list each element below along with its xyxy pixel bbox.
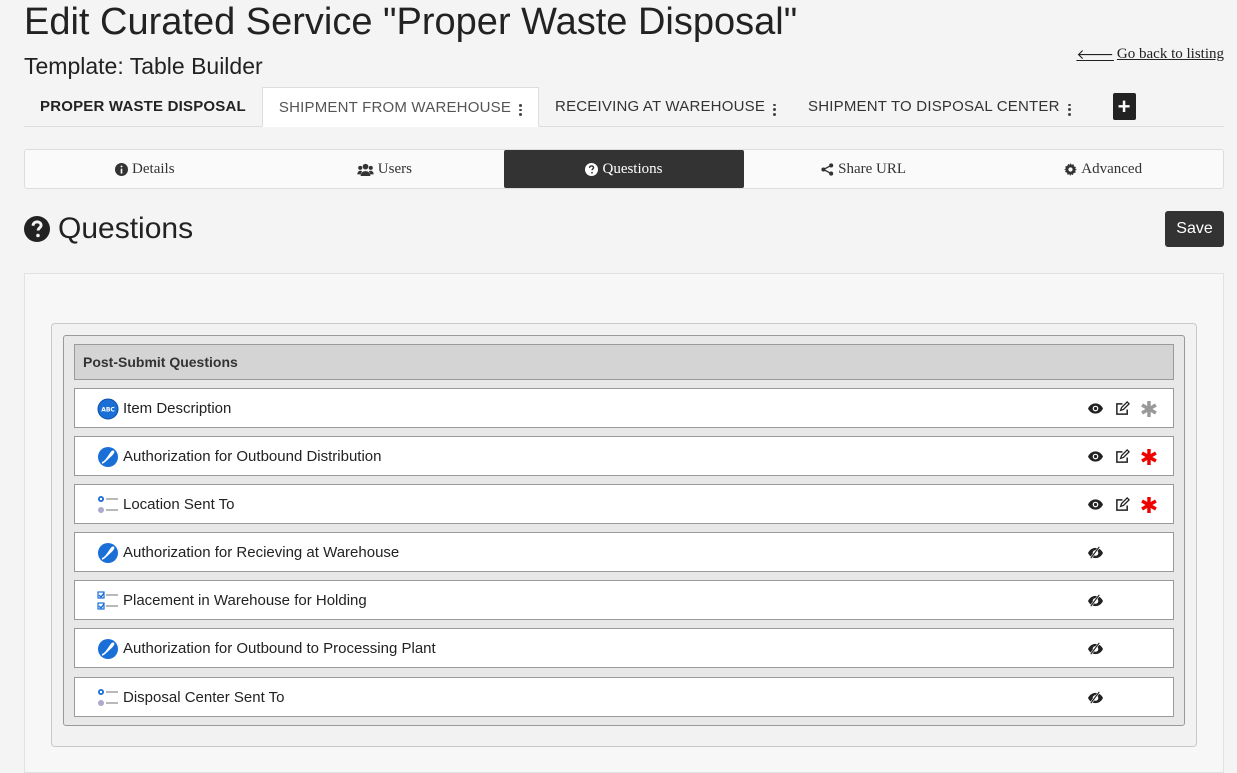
service-tabs: PROPER WASTE DISPOSAL SHIPMENT FROM WARE… [24,87,1224,127]
edit-icon[interactable] [1114,496,1130,512]
question-row[interactable]: Authorization for Outbound to Processing… [74,628,1174,668]
subnav-questions[interactable]: Questions [504,150,744,188]
question-row[interactable]: ABC Item Description ✱ [74,388,1174,428]
eye-slash-icon[interactable] [1087,689,1103,705]
question-row[interactable]: Placement in Warehouse for Holding [74,580,1174,620]
section-heading: Questions [24,211,193,247]
share-icon [821,162,834,176]
tab-proper-waste-disposal[interactable]: PROPER WASTE DISPOSAL [24,87,262,126]
eye-icon[interactable] [1087,400,1103,416]
required-asterisk-icon[interactable]: ✱ [1140,495,1158,517]
question-row[interactable]: Disposal Center Sent To [74,677,1174,717]
tab-receiving-at-warehouse[interactable]: RECEIVING AT WAREHOUSE [539,87,792,126]
section-title: Questions [58,212,194,245]
radio-list-icon [98,689,118,706]
tab-shipment-to-disposal-center[interactable]: SHIPMENT TO DISPOSAL CENTER [792,87,1087,126]
questions-group-header: Post-Submit Questions [74,344,1174,380]
back-to-listing-link[interactable]: 🡐 Go back to listing [1076,46,1224,63]
kebab-menu-icon[interactable] [1067,103,1071,116]
tab-label: RECEIVING AT WAREHOUSE [555,98,766,115]
required-asterisk-icon[interactable]: ✱ [1140,447,1158,469]
subnav-label: Details [132,160,175,177]
question-circle-icon [24,216,50,242]
asterisk-icon[interactable]: ✱ [1140,399,1158,421]
question-label: Authorization for Recieving at Warehouse [123,543,400,561]
subnav-label: Questions [602,160,663,177]
signature-bubble-icon [98,543,118,563]
kebab-menu-icon[interactable] [773,103,777,116]
subnav-share-url[interactable]: Share URL [744,150,984,188]
subnav-users[interactable]: Users [265,150,505,188]
question-label: Location Sent To [123,495,235,513]
page-subtitle: Template: Table Builder [24,53,263,79]
page-title: Edit Curated Service "Proper Waste Dispo… [24,1,798,43]
info-circle-icon [115,162,129,176]
tab-label: SHIPMENT TO DISPOSAL CENTER [808,98,1060,115]
subnav-advanced[interactable]: Advanced [983,150,1223,188]
subnav-label: Advanced [1081,160,1143,177]
signature-bubble-icon [98,639,118,659]
edit-icon[interactable] [1114,448,1130,464]
eye-icon[interactable] [1087,496,1103,512]
question-label: Disposal Center Sent To [123,688,285,706]
question-label: Placement in Warehouse for Holding [123,591,367,609]
text-bubble-icon: ABC [97,398,119,420]
svg-text:ABC: ABC [101,407,115,414]
tab-label: PROPER WASTE DISPOSAL [40,98,246,115]
kebab-menu-icon[interactable] [519,104,523,117]
back-link-label: Go back to listing [1116,46,1224,62]
signature-bubble-icon [98,447,118,467]
eye-slash-icon[interactable] [1087,640,1103,656]
checkbox-list-icon [97,591,118,610]
question-circle-icon [585,162,599,176]
question-label: Authorization for Outbound to Processing… [123,639,436,657]
subnav-details[interactable]: Details [25,150,265,188]
add-tab-button[interactable]: + [1112,93,1136,120]
save-button[interactable]: Save [1165,211,1224,247]
question-row[interactable]: Location Sent To ✱ [74,484,1174,524]
question-row[interactable]: Authorization for Outbound Distribution … [74,436,1174,476]
eye-icon[interactable] [1087,448,1103,464]
radio-list-icon [98,496,118,513]
plus-icon: + [1117,93,1131,119]
subnav-label: Users [377,160,412,177]
edit-icon[interactable] [1114,400,1130,416]
eye-slash-icon[interactable] [1087,544,1103,560]
question-label: Item Description [123,399,232,417]
gear-icon [1064,162,1078,176]
eye-slash-icon[interactable] [1087,592,1103,608]
question-row[interactable]: Authorization for Recieving at Warehouse [74,532,1174,572]
section-nav: Details Users Questions Share URL Advanc… [24,149,1224,189]
subnav-label: Share URL [838,160,907,177]
users-icon [357,163,374,176]
arrow-left-icon: 🡐 [1076,47,1114,63]
tab-shipment-from-warehouse[interactable]: SHIPMENT FROM WAREHOUSE [261,87,540,127]
question-label: Authorization for Outbound Distribution [123,447,382,465]
tab-label: SHIPMENT FROM WAREHOUSE [278,98,512,116]
